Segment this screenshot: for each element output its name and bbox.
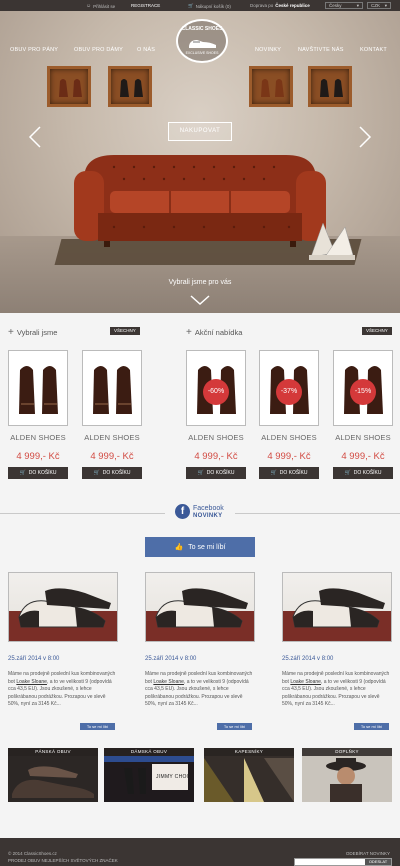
product-image[interactable]: -60% [186,350,246,426]
facebook-news-title: Facebook NOVINKY [193,505,224,519]
shoe-pair-icon [93,366,132,414]
chevron-down-icon: ▾ [384,3,387,8]
post-image[interactable] [8,572,118,642]
divider [0,513,165,514]
cart-icon: 🛒 [188,3,194,8]
cart-link[interactable]: 🛒 Nákupní košík (0) [188,3,231,9]
shoe-pair-icon [320,79,343,97]
shelf-frame [108,66,152,107]
category-image [302,748,392,802]
product-card[interactable]: ALDEN SHOES 4 999,- Kč 🛒 DO KOŠÍKU [8,350,68,479]
post-image[interactable] [282,572,392,642]
login-link[interactable]: ☺ Přihlásit se [86,3,115,9]
plus-icon: + [186,326,192,338]
wingtip-shoes-image [18,588,111,628]
discount-badge: -15% [350,379,376,405]
user-icon: ☺ [86,3,92,9]
product-card[interactable]: -15% ALDEN SHOES 4 999,- Kč 🛒 DO KOŠÍKU [333,350,393,479]
post-like-button[interactable]: To se mi líbí [217,723,252,730]
shoe-pair-icon [261,79,284,97]
chesterfield-sofa-image [74,155,326,247]
nav-visit-us[interactable]: NAVŠTIVTE NÁS [298,47,344,53]
post-like-button[interactable]: To se mi líbí [354,723,389,730]
magazines-image [309,222,355,260]
nav-contact[interactable]: KONTAKT [360,47,387,53]
facebook-like-button[interactable]: 👍 To se mi líbí [145,537,255,557]
discount-badge: -60% [203,379,229,405]
facebook-post: 25.září 2014 v 8:00 Máme na prodejně pos… [145,572,255,730]
picked-all-button[interactable]: VŠECHNY [110,327,140,335]
offers-section-title: + Akční nabídka [186,326,243,338]
category-accessories[interactable]: DOPLŇKY [302,748,392,802]
thumbs-up-icon: 👍 [174,544,184,551]
currency-select[interactable]: CZK ▾ [367,2,391,9]
register-link[interactable]: REGISTRACE [131,3,160,8]
post-image[interactable] [145,572,255,642]
top-bar: ☺ Přihlásit se REGISTRACE 🛒 Nákupní koší… [0,0,400,11]
newsletter-submit-button[interactable]: ODESLAT [365,859,391,865]
chevron-right-icon[interactable] [358,126,372,148]
cart-icon: 🛒 [197,470,204,476]
chevron-down-icon: ▾ [356,3,359,8]
site-logo[interactable]: CLASSIC SHOES EXCLUSIVE SHOES [176,19,228,63]
product-card[interactable]: -37% ALDEN SHOES 4 999,- Kč 🛒 DO KOŠÍKU [259,350,319,479]
offers-all-button[interactable]: VŠECHNY [362,327,392,335]
category-image [8,748,98,802]
divider [235,513,400,514]
post-link[interactable]: Loake Sloane [290,679,321,685]
chevron-down-icon[interactable] [190,295,210,305]
category-men[interactable]: PÁNSKÁ OBUV [8,748,98,802]
cart-icon: 🛒 [93,470,100,476]
facebook-post: 25.září 2014 v 8:00 Máme na prodejně pos… [282,572,392,730]
product-image[interactable] [82,350,142,426]
shoe-pair-icon [19,366,58,414]
nav-women-shoes[interactable]: OBUV PRO DÁMY [74,47,123,53]
shelf-frame [249,66,293,107]
category-women[interactable]: DÁMSKÁ OBUV JIMMY CHOO [104,748,194,802]
shelf-frame [308,66,352,107]
nav-about[interactable]: O NÁS [137,47,155,53]
product-card[interactable]: ALDEN SHOES 4 999,- Kč 🛒 DO KOŠÍKU [82,350,142,479]
wingtip-shoes-image [292,588,385,628]
nav-news[interactable]: NOVINKY [255,47,281,53]
shoe-pair-icon [59,79,82,97]
chevron-left-icon[interactable] [28,126,42,148]
wingtip-shoes-image [155,588,248,628]
product-image[interactable] [8,350,68,426]
language-select[interactable]: Česky ▾ [325,2,363,9]
hero-slider: OBUV PRO PÁNY OBUV PRO DÁMY O NÁS NOVINK… [0,11,400,313]
category-image [204,748,294,802]
add-to-cart-button[interactable]: 🛒 DO KOŠÍKU [259,467,319,479]
facebook-post: 25.září 2014 v 8:00 Máme na prodejně pos… [8,572,118,730]
brand-label: JIMMY CHOO [156,774,191,780]
post-link[interactable]: Loake Sloane [16,679,47,685]
facebook-icon[interactable]: f [175,504,190,519]
shoe-pair-icon [120,79,143,97]
post-link[interactable]: Loake Sloane [153,679,184,685]
hero-tagline: Vybrali jsme pro vás [168,279,232,286]
add-to-cart-button[interactable]: 🛒 DO KOŠÍKU [333,467,393,479]
product-image[interactable]: -15% [333,350,393,426]
cart-icon: 🛒 [270,470,277,476]
shelf-frame [47,66,91,107]
product-card[interactable]: -60% ALDEN SHOES 4 999,- Kč 🛒 DO KOŠÍKU [186,350,246,479]
newsletter-input[interactable]: ODESLAT [294,858,392,866]
plus-icon: + [8,326,14,338]
product-image[interactable]: -37% [259,350,319,426]
shipping-info: Doprava po České republice [250,3,310,8]
add-to-cart-button[interactable]: 🛒 DO KOŠÍKU [82,467,142,479]
add-to-cart-button[interactable]: 🛒 DO KOŠÍKU [186,467,246,479]
footer: © 2014 ClassicShoes.cz PRODEJ OBUV NEJLE… [0,838,400,866]
picked-section-title: + Vybrali jsme [8,326,58,338]
add-to-cart-button[interactable]: 🛒 DO KOŠÍKU [8,467,68,479]
shoe-logo-icon [189,40,216,48]
cart-icon: 🛒 [19,470,26,476]
discount-badge: -37% [276,379,302,405]
shop-now-button[interactable]: NAKUPOVAT [168,122,232,141]
cart-icon: 🛒 [344,470,351,476]
post-like-button[interactable]: To se mi líbí [80,723,115,730]
nav-men-shoes[interactable]: OBUV PRO PÁNY [10,47,58,53]
category-handkerchiefs[interactable]: KAPESNÍKY [204,748,294,802]
